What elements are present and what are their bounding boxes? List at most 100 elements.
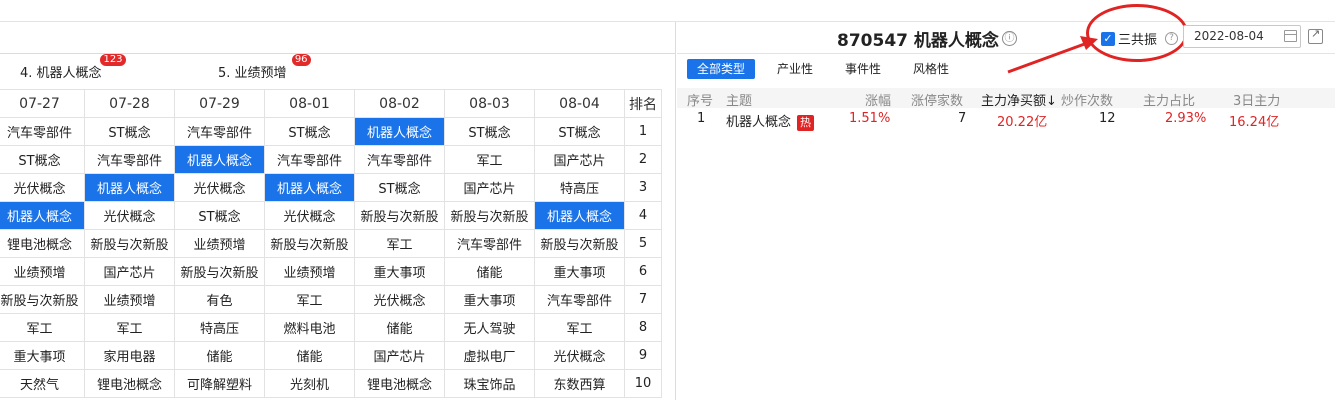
rank-number: 2 bbox=[624, 145, 662, 174]
col-change[interactable]: 涨幅 bbox=[865, 90, 891, 109]
theme-cell[interactable]: 机器人概念 bbox=[534, 201, 625, 230]
theme-cell[interactable]: ST概念 bbox=[444, 117, 535, 146]
theme-cell[interactable]: 天然气 bbox=[0, 369, 85, 398]
theme-cell[interactable]: 锂电池概念 bbox=[354, 369, 445, 398]
theme-cell[interactable]: 燃料电池 bbox=[264, 313, 355, 342]
theme-cell[interactable]: 机器人概念 bbox=[354, 117, 445, 146]
col-count[interactable]: 炒作次数 bbox=[1061, 90, 1113, 109]
theme-cell[interactable]: 新股与次新股 bbox=[174, 257, 265, 286]
theme-cell[interactable]: 特高压 bbox=[534, 173, 625, 202]
theme-cell[interactable]: 光伏概念 bbox=[354, 285, 445, 314]
theme-cell[interactable]: 储能 bbox=[354, 313, 445, 342]
theme-cell[interactable]: 光刻机 bbox=[264, 369, 355, 398]
calendar-icon[interactable] bbox=[1284, 30, 1297, 42]
theme-cell[interactable]: ST概念 bbox=[0, 145, 85, 174]
theme-cell[interactable]: 珠宝饰品 bbox=[444, 369, 535, 398]
rank-number: 10 bbox=[624, 369, 662, 398]
theme-cell[interactable]: 光伏概念 bbox=[174, 173, 265, 202]
theme-cell[interactable]: 业绩预增 bbox=[84, 285, 175, 314]
help-icon[interactable]: ? bbox=[1165, 32, 1179, 45]
tab-event[interactable]: 事件性 bbox=[835, 59, 891, 79]
checkbox-label[interactable]: 三共振 bbox=[1118, 29, 1157, 48]
theme-cell[interactable]: 汽车零部件 bbox=[444, 229, 535, 258]
theme-cell[interactable]: 重大事项 bbox=[534, 257, 625, 286]
check-icon[interactable]: ✓ bbox=[1101, 31, 1115, 46]
theme-cell[interactable]: 重大事项 bbox=[444, 285, 535, 314]
theme-cell[interactable]: 可降解塑料 bbox=[174, 369, 265, 398]
theme-cell[interactable]: 储能 bbox=[174, 341, 265, 370]
tag-earnings-preview[interactable]: 5. 业绩预增 96 bbox=[218, 54, 311, 81]
theme-cell[interactable]: 机器人概念 bbox=[174, 145, 265, 174]
theme-cell[interactable]: 光伏概念 bbox=[84, 201, 175, 230]
theme-cell[interactable]: 重大事项 bbox=[354, 257, 445, 286]
theme-cell[interactable]: 国产芯片 bbox=[534, 145, 625, 174]
theme-cell[interactable]: 汽车零部件 bbox=[264, 145, 355, 174]
theme-cell[interactable]: 国产芯片 bbox=[84, 257, 175, 286]
resonance-checkbox-group[interactable]: ✓ 三共振 ? bbox=[1101, 29, 1179, 48]
theme-cell[interactable]: 虚拟电厂 bbox=[444, 341, 535, 370]
theme-cell[interactable]: 新股与次新股 bbox=[264, 229, 355, 258]
theme-cell[interactable]: 无人驾驶 bbox=[444, 313, 535, 342]
theme-cell[interactable]: 锂电池概念 bbox=[84, 369, 175, 398]
theme-cell[interactable]: 军工 bbox=[534, 313, 625, 342]
theme-cell[interactable]: 业绩预增 bbox=[0, 257, 85, 286]
theme-cell[interactable]: ST概念 bbox=[264, 117, 355, 146]
theme-cell[interactable]: ST概念 bbox=[174, 201, 265, 230]
col-index[interactable]: 序号 bbox=[687, 90, 713, 109]
theme-cell[interactable]: 锂电池概念 bbox=[0, 229, 85, 258]
theme-cell[interactable]: 光伏概念 bbox=[534, 341, 625, 370]
col-date: 08-03 bbox=[444, 89, 535, 118]
tab-all-types[interactable]: 全部类型 bbox=[687, 59, 756, 79]
col-date: 07-29 bbox=[174, 89, 265, 118]
theme-cell[interactable]: 国产芯片 bbox=[354, 341, 445, 370]
theme-cell[interactable]: 重大事项 bbox=[0, 341, 85, 370]
table-row: 汽车零部件 ST概念 汽车零部件 ST概念 机器人概念 ST概念 ST概念 1 bbox=[0, 117, 662, 146]
theme-cell[interactable]: 业绩预增 bbox=[174, 229, 265, 258]
col-ratio[interactable]: 主力占比 bbox=[1143, 90, 1195, 109]
theme-cell[interactable]: 军工 bbox=[354, 229, 445, 258]
theme-cell[interactable]: 有色 bbox=[174, 285, 265, 314]
col-three-day[interactable]: 3日主力 bbox=[1233, 90, 1280, 109]
tab-style[interactable]: 风格性 bbox=[903, 59, 959, 79]
theme-cell[interactable]: 军工 bbox=[0, 313, 85, 342]
theme-cell[interactable]: 新股与次新股 bbox=[0, 285, 85, 314]
theme-cell[interactable]: ST概念 bbox=[84, 117, 175, 146]
theme-cell[interactable]: 汽车零部件 bbox=[84, 145, 175, 174]
theme-cell[interactable]: 光伏概念 bbox=[264, 201, 355, 230]
theme-cell[interactable]: 汽车零部件 bbox=[354, 145, 445, 174]
col-net-buy[interactable]: 主力净买额↓ bbox=[981, 90, 1057, 109]
theme-cell[interactable]: ST概念 bbox=[534, 117, 625, 146]
ranking-table: 07-27 07-28 07-29 08-01 08-02 08-03 08-04 排名 汽车… bbox=[0, 89, 662, 398]
theme-cell[interactable]: 汽车零部件 bbox=[174, 117, 265, 146]
table-row[interactable]: 1 机器人概念热 1.51% 7 20.22亿 12 2.93% 16.24亿 bbox=[677, 108, 1335, 132]
theme-cell[interactable]: 军工 bbox=[444, 145, 535, 174]
theme-cell[interactable]: 新股与次新股 bbox=[84, 229, 175, 258]
theme-cell[interactable]: 业绩预增 bbox=[264, 257, 355, 286]
theme-cell[interactable]: 国产芯片 bbox=[444, 173, 535, 202]
theme-cell[interactable]: 机器人概念 bbox=[84, 173, 175, 202]
theme-cell[interactable]: 家用电器 bbox=[84, 341, 175, 370]
theme-cell[interactable]: 东数西算 bbox=[534, 369, 625, 398]
tag-robot-concept[interactable]: 4. 机器人概念 123 bbox=[20, 54, 126, 81]
col-limit-up[interactable]: 涨停家数 bbox=[911, 90, 963, 109]
theme-cell[interactable]: 光伏概念 bbox=[0, 173, 85, 202]
row-theme[interactable]: 机器人概念热 bbox=[726, 111, 815, 131]
tab-industry[interactable]: 产业性 bbox=[767, 59, 823, 79]
theme-cell[interactable]: 新股与次新股 bbox=[444, 201, 535, 230]
theme-cell[interactable]: 储能 bbox=[264, 341, 355, 370]
theme-cell[interactable]: ST概念 bbox=[354, 173, 445, 202]
export-icon[interactable] bbox=[1308, 27, 1323, 44]
theme-cell[interactable]: 汽车零部件 bbox=[0, 117, 85, 146]
theme-cell[interactable]: 汽车零部件 bbox=[534, 285, 625, 314]
hot-badge: 热 bbox=[797, 115, 815, 131]
theme-cell[interactable]: 机器人概念 bbox=[264, 173, 355, 202]
theme-cell[interactable]: 新股与次新股 bbox=[534, 229, 625, 258]
info-icon[interactable]: ⓘ bbox=[1002, 31, 1017, 46]
theme-cell[interactable]: 军工 bbox=[264, 285, 355, 314]
theme-cell[interactable]: 新股与次新股 bbox=[354, 201, 445, 230]
col-theme[interactable]: 主题 bbox=[726, 90, 752, 109]
theme-cell[interactable]: 储能 bbox=[444, 257, 535, 286]
theme-cell[interactable]: 机器人概念 bbox=[0, 201, 85, 230]
theme-cell[interactable]: 军工 bbox=[84, 313, 175, 342]
theme-cell[interactable]: 特高压 bbox=[174, 313, 265, 342]
